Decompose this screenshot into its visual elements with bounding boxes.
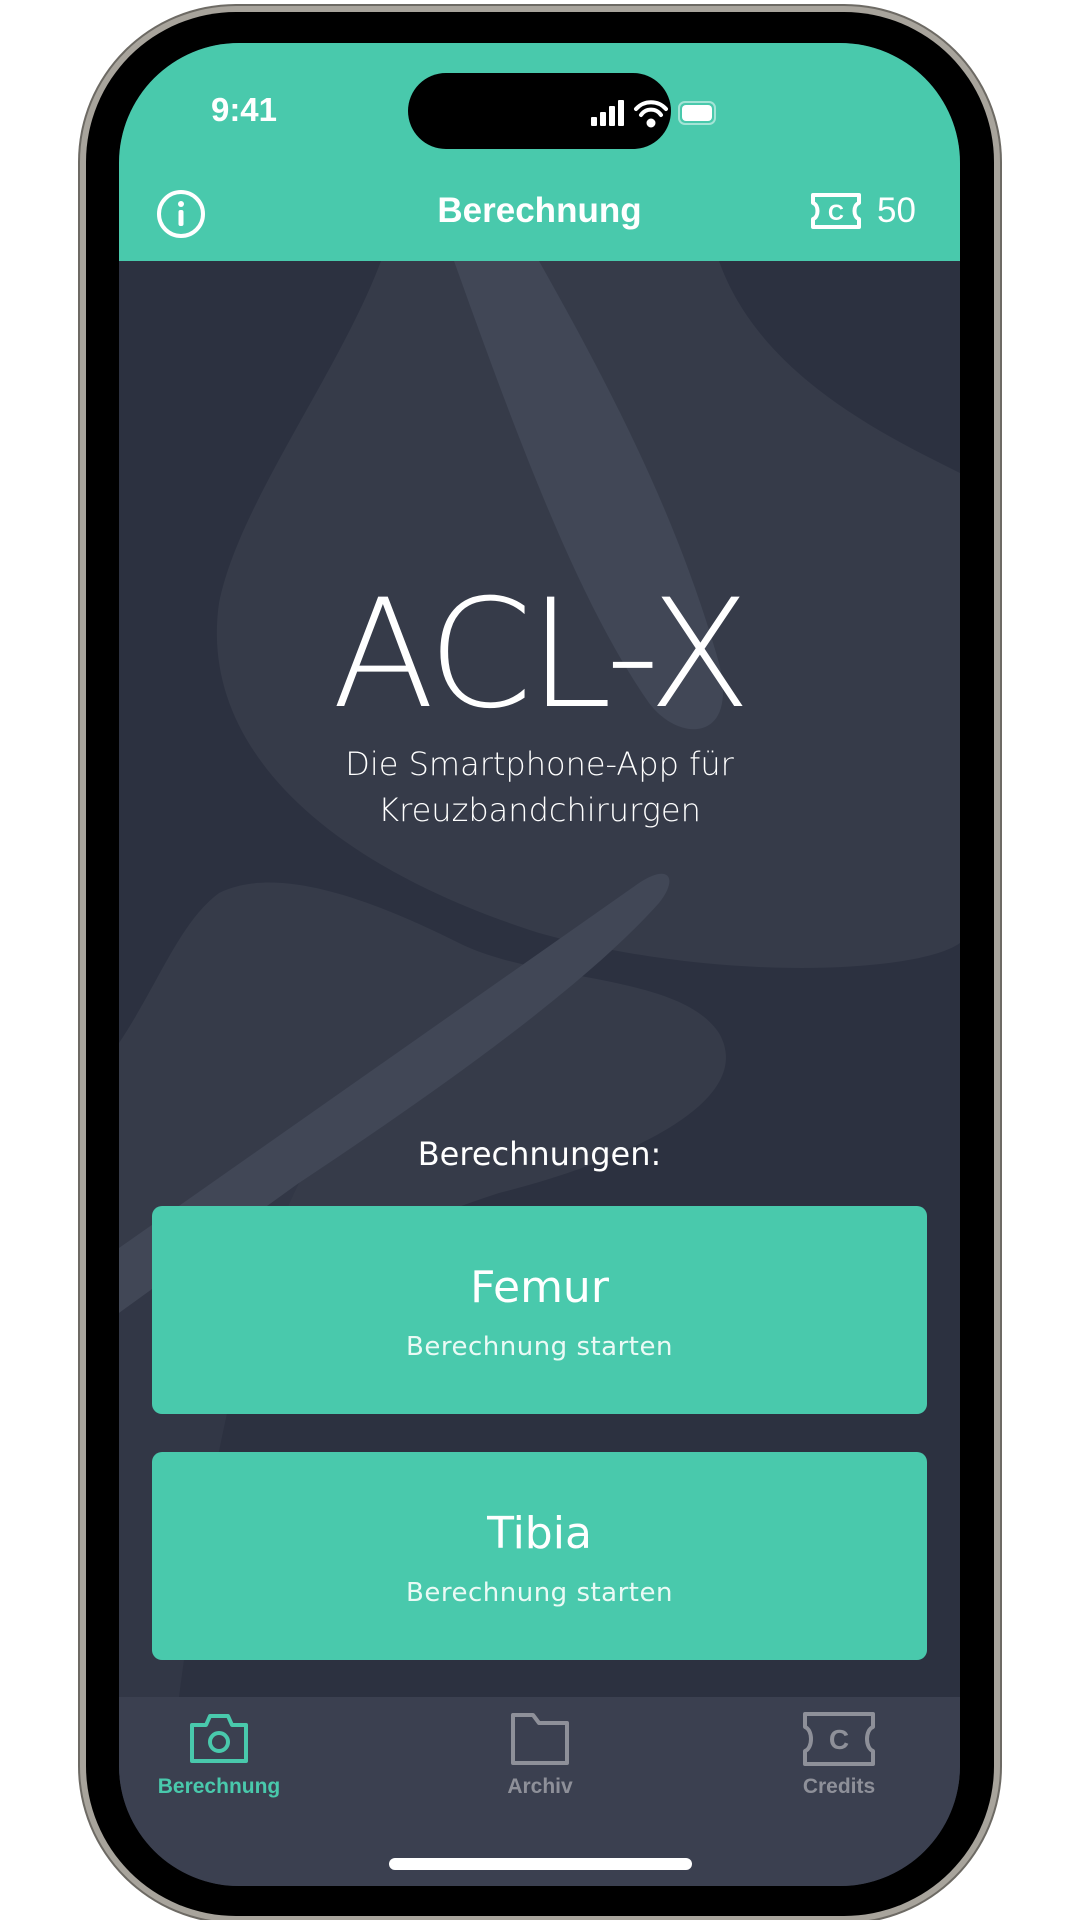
button-title: Tibia — [487, 1508, 592, 1559]
subtitle-line: Die Smartphone-App für — [345, 745, 734, 783]
cellular-signal-icon — [591, 100, 624, 126]
button-subtitle: Berechnung starten — [406, 1332, 673, 1362]
app-logo: ACL-X — [119, 573, 960, 738]
tab-archiv[interactable]: Archiv — [440, 1711, 640, 1821]
button-title: Femur — [470, 1262, 609, 1313]
screen: 9:41 Berechnung C 50 ACL-X Die Smartphon… — [119, 43, 960, 1886]
credits-count: 50 — [877, 191, 916, 230]
svg-text:C: C — [828, 200, 844, 225]
battery-icon — [678, 101, 716, 125]
folder-icon — [511, 1713, 569, 1765]
femur-button[interactable]: Femur Berechnung starten — [152, 1206, 927, 1414]
status-icons — [591, 100, 716, 128]
credits-indicator[interactable]: C 50 — [809, 191, 916, 231]
status-time: 9:41 — [210, 91, 278, 128]
home-indicator[interactable] — [389, 1858, 692, 1870]
button-subtitle: Berechnung starten — [406, 1578, 673, 1608]
calculations-label: Berechnungen: — [417, 1135, 662, 1173]
svg-text:C: C — [829, 1724, 849, 1755]
tab-credits[interactable]: C Credits — [739, 1711, 939, 1821]
ticket-icon: C — [811, 193, 861, 229]
tab-berechnung[interactable]: Berechnung — [119, 1711, 319, 1821]
tab-label: Credits — [802, 1775, 876, 1798]
subtitle-line: Kreuzbandchirurgen — [378, 791, 701, 829]
wifi-icon — [634, 100, 668, 128]
camera-icon — [190, 1714, 248, 1763]
tab-label: Archiv — [507, 1775, 573, 1798]
tibia-button[interactable]: Tibia Berechnung starten — [152, 1452, 927, 1660]
app-subtitle: Die Smartphone-App für Kreuzbandchirurge… — [119, 741, 960, 833]
app-logo-text: ACL-X — [331, 568, 751, 742]
tab-label: Berechnung — [157, 1775, 281, 1798]
ticket-icon: C — [803, 1712, 875, 1766]
